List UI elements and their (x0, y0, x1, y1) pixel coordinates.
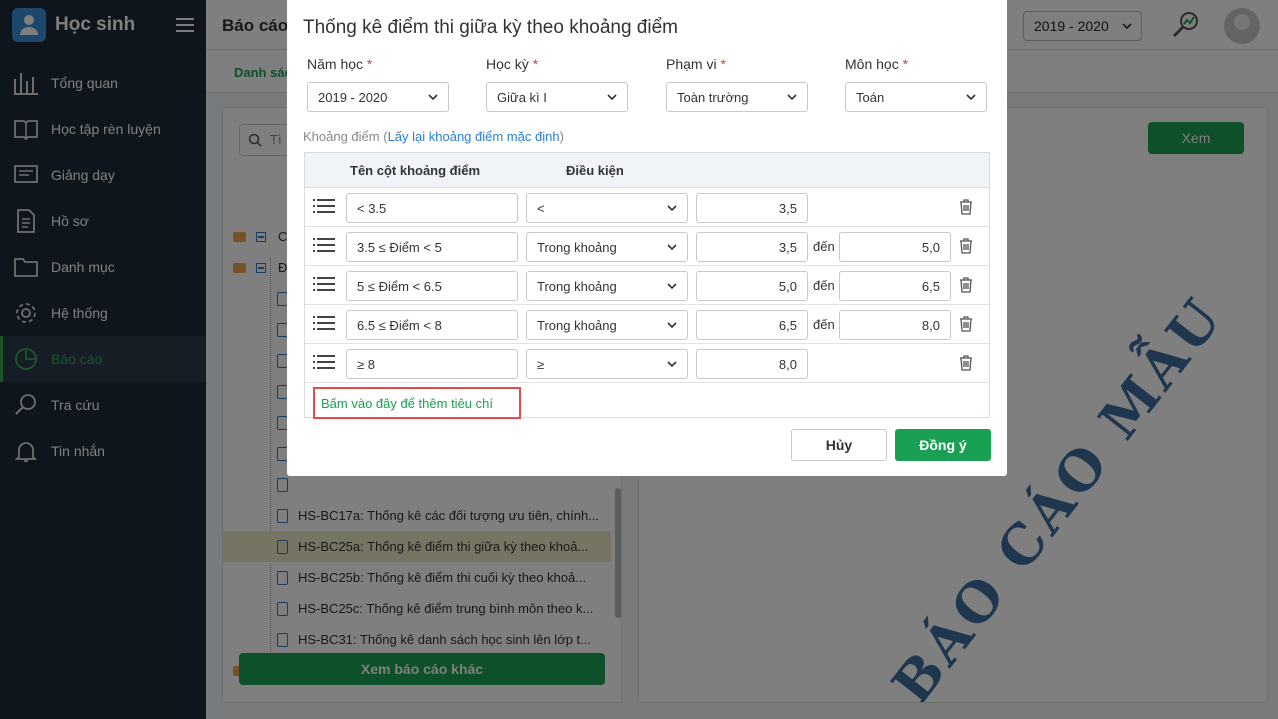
range-name-value: < 3.5 (357, 201, 387, 216)
drag-handle-icon[interactable] (317, 355, 335, 373)
to-value: 5,0 (921, 240, 940, 255)
required-mark: * (720, 56, 726, 72)
filter-select[interactable]: Giữa kì I (486, 82, 628, 112)
range-label-end: ) (559, 129, 564, 144)
condition-select[interactable]: < (526, 193, 688, 223)
chevron-down-icon (787, 94, 797, 100)
drag-handle-icon[interactable] (317, 238, 335, 256)
condition-value: < (537, 201, 545, 216)
from-value: 6,5 (778, 318, 797, 333)
column-header-name: Tên cột khoảng điểm (350, 163, 481, 178)
condition-select[interactable]: Trong khoảng (526, 232, 688, 262)
to-value-input[interactable]: 5,0 (839, 232, 951, 262)
to-value: 6,5 (921, 279, 940, 294)
range-name-value: ≥ 8 (357, 357, 375, 372)
chevron-down-icon (966, 94, 976, 100)
filter-label-text: Phạm vi (666, 56, 717, 72)
to-value-input[interactable]: 8,0 (839, 310, 951, 340)
table-row: 6.5 ≤ Điểm < 8 Trong khoảng 6,5 đến 8,0 (305, 305, 989, 344)
reset-ranges-link[interactable]: Lấy lại khoảng điểm mặc định (388, 129, 560, 144)
from-value-input[interactable]: 5,0 (696, 271, 808, 301)
score-range-dialog: Thống kê điểm thi giữa kỳ theo khoảng đi… (287, 0, 1007, 476)
filter-label: Năm học * (307, 56, 372, 72)
table-row: 3.5 ≤ Điểm < 5 Trong khoảng 3,5 đến 5,0 (305, 227, 989, 266)
range-label: Khoảng điểm ( (303, 129, 388, 144)
trash-icon[interactable] (959, 316, 973, 332)
filter-select[interactable]: Toán (845, 82, 987, 112)
to-value: 8,0 (921, 318, 940, 333)
table-header: Tên cột khoảng điểm Điều kiện (305, 153, 989, 188)
required-mark: * (902, 56, 909, 72)
range-name-input[interactable]: 5 ≤ Điểm < 6.5 (346, 271, 518, 301)
chevron-down-icon (667, 244, 677, 250)
from-value: 3,5 (778, 201, 797, 216)
from-value-input[interactable]: 3,5 (696, 232, 808, 262)
filter-select[interactable]: 2019 - 2020 (307, 82, 449, 112)
condition-value: Trong khoảng (537, 318, 617, 333)
table-row: < 3.5 <3,5 (305, 188, 989, 227)
range-name-input[interactable]: 3.5 ≤ Điểm < 5 (346, 232, 518, 262)
to-value-input[interactable]: 6,5 (839, 271, 951, 301)
filter-select-value: Toàn trường (677, 90, 749, 105)
score-range-table: Tên cột khoảng điểm Điều kiện < 3.5 <3,5 3… (304, 152, 990, 419)
condition-select[interactable]: Trong khoảng (526, 271, 688, 301)
chevron-down-icon (667, 283, 677, 289)
range-name-value: 5 ≤ Điểm < 6.5 (357, 279, 442, 294)
from-value: 5,0 (778, 279, 797, 294)
column-header-condition: Điều kiện (566, 163, 624, 178)
trash-icon[interactable] (959, 355, 973, 371)
trash-icon[interactable] (959, 277, 973, 293)
filter-label: Phạm vi * (666, 56, 726, 72)
range-label-row: Khoảng điểm (Lấy lại khoảng điểm mặc địn… (303, 129, 564, 144)
trash-icon[interactable] (959, 238, 973, 254)
table-row: 5 ≤ Điểm < 6.5 Trong khoảng 5,0 đến 6,5 (305, 266, 989, 305)
chevron-down-icon (667, 205, 677, 211)
filter-label: Học kỳ * (486, 56, 538, 72)
trash-icon[interactable] (959, 199, 973, 215)
from-value: 8,0 (778, 357, 797, 372)
filter-label-text: Môn học (845, 56, 899, 72)
condition-value: Trong khoảng (537, 240, 617, 255)
confirm-button[interactable]: Đồng ý (895, 429, 991, 461)
condition-select[interactable]: ≥ (526, 349, 688, 379)
range-name-input[interactable]: 6.5 ≤ Điểm < 8 (346, 310, 518, 340)
from-value-input[interactable]: 6,5 (696, 310, 808, 340)
condition-value: Trong khoảng (537, 279, 617, 294)
filter-select[interactable]: Toàn trường (666, 82, 808, 112)
chevron-down-icon (428, 94, 438, 100)
filter-select-value: Toán (856, 90, 885, 105)
range-name-input[interactable]: < 3.5 (346, 193, 518, 223)
to-label: đến (813, 239, 835, 254)
range-name-value: 6.5 ≤ Điểm < 8 (357, 318, 442, 333)
table-row: ≥ 8 ≥8,0 (305, 344, 989, 383)
required-mark: * (366, 56, 373, 72)
to-label: đến (813, 278, 835, 293)
condition-value: ≥ (537, 357, 545, 372)
drag-handle-icon[interactable] (317, 316, 335, 334)
filter-label: Môn học * (845, 56, 908, 72)
cancel-button[interactable]: Hủy (791, 429, 887, 461)
chevron-down-icon (667, 361, 677, 367)
from-value: 3,5 (778, 240, 797, 255)
chevron-down-icon (607, 94, 617, 100)
chevron-down-icon (667, 322, 677, 328)
required-mark: * (532, 56, 539, 72)
from-value-input[interactable]: 3,5 (696, 193, 808, 223)
from-value-input[interactable]: 8,0 (696, 349, 808, 379)
condition-select[interactable]: Trong khoảng (526, 310, 688, 340)
range-name-input[interactable]: ≥ 8 (346, 349, 518, 379)
dialog-title: Thống kê điểm thi giữa kỳ theo khoảng đi… (303, 17, 678, 38)
range-name-value: 3.5 ≤ Điểm < 5 (357, 240, 442, 255)
drag-handle-icon[interactable] (317, 277, 335, 295)
filter-select-value: Giữa kì I (497, 90, 547, 105)
filter-select-value: 2019 - 2020 (318, 90, 388, 105)
filter-label-text: Năm học (307, 56, 364, 72)
to-label: đến (813, 317, 835, 332)
drag-handle-icon[interactable] (317, 199, 335, 217)
filter-label-text: Học kỳ (486, 56, 529, 72)
add-criteria-link[interactable]: Bấm vào đây để thêm tiêu chí (313, 387, 521, 419)
